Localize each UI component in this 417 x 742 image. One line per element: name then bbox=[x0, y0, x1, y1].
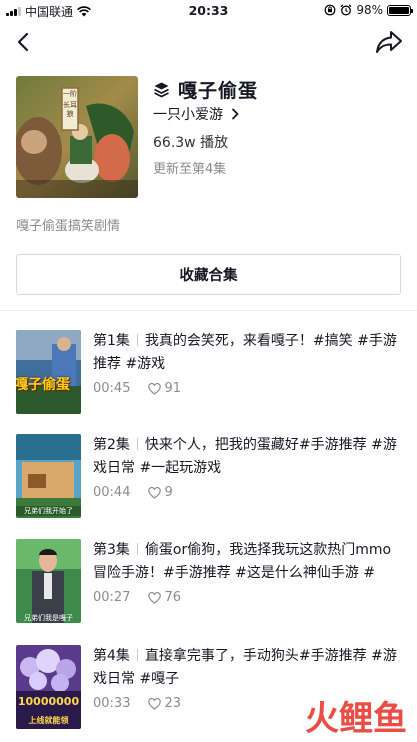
episode-duration: 00:33 bbox=[93, 696, 131, 711]
collect-button[interactable]: 收藏合集 bbox=[16, 254, 401, 295]
status-bar: 中国联通 20:33 98% bbox=[0, 0, 417, 20]
collection-description: 嘎子偷蛋搞笑剧情 bbox=[16, 219, 121, 234]
episode-duration: 00:44 bbox=[93, 485, 131, 500]
heart-icon bbox=[148, 486, 162, 499]
chevron-left-icon[interactable] bbox=[12, 30, 36, 54]
episode-meta: 00:27 76 bbox=[93, 590, 181, 605]
episode-title-text: 直接拿完事了，手动狗头#手游推荐 #游戏日常 #嘎子 bbox=[93, 648, 397, 687]
episode-thumb-caption: 兄弟们我是嘎子 bbox=[24, 614, 73, 622]
episode-thumbnail: 嘎子偷蛋 bbox=[16, 330, 81, 414]
alarm-icon bbox=[340, 4, 352, 16]
episode-thumb-caption: 嘎子偷蛋 bbox=[16, 377, 70, 393]
episode-thumbnail: 10000000 上线就能领 bbox=[16, 645, 81, 729]
collection-title-row: 嘎子偷蛋 bbox=[153, 76, 258, 103]
share-arrow-icon[interactable] bbox=[375, 29, 403, 55]
episode-item-3[interactable]: 兄弟们我是嘎子 第3集 偷蛋or偷狗，我选择我玩这款热门mmo冒险手游！#手游推荐… bbox=[16, 539, 401, 625]
episode-number: 第2集 bbox=[93, 437, 130, 453]
episode-meta: 00:45 91 bbox=[93, 381, 181, 396]
episode-item-1[interactable]: 嘎子偷蛋 第1集 我真的会笑死，来看嘎子！#搞笑 #手游推荐 #游戏 00:45 … bbox=[16, 330, 401, 416]
episode-thumb-caption: 兄弟们我开始了 bbox=[16, 506, 81, 516]
episode-thumbnail: 兄弟们我是嘎子 bbox=[16, 539, 81, 623]
episode-thumbnail: 兄弟们我开始了 bbox=[16, 434, 81, 518]
cover-label-top: 一阶 bbox=[63, 90, 77, 98]
battery-percent: 98% bbox=[356, 3, 383, 17]
episode-separator bbox=[136, 649, 138, 661]
episode-thumb-number: 10000000 bbox=[17, 695, 80, 708]
cover-artwork bbox=[16, 76, 138, 198]
episode-title: 第2集 快来个人，把我的蛋藏好#手游推荐 #游戏日常 #一起玩游戏 bbox=[93, 434, 398, 480]
episode-duration: 00:45 bbox=[93, 381, 131, 396]
author-link[interactable]: 一只小爱游 bbox=[153, 104, 239, 124]
cover-label: 一阶 长耳狼 bbox=[63, 90, 77, 119]
rotation-lock-icon bbox=[324, 4, 336, 16]
chevron-right-icon bbox=[232, 108, 239, 120]
collection-title: 嘎子偷蛋 bbox=[178, 80, 259, 102]
collection-cover[interactable]: 一阶 长耳狼 bbox=[16, 76, 138, 198]
episode-separator bbox=[136, 438, 138, 450]
episode-separator bbox=[136, 543, 138, 555]
update-status: 更新至第4集 bbox=[153, 162, 227, 177]
heart-icon bbox=[148, 591, 162, 604]
status-right: 98% bbox=[324, 3, 413, 17]
battery-icon bbox=[387, 4, 413, 16]
episode-title: 第3集 偷蛋or偷狗，我选择我玩这款热门mmo冒险手游！#手游推荐 #这是什么神仙… bbox=[93, 539, 398, 585]
heart-icon bbox=[148, 382, 162, 395]
layers-icon bbox=[154, 82, 169, 98]
episode-meta: 00:33 23 bbox=[93, 696, 181, 711]
author-name: 一只小爱游 bbox=[153, 107, 223, 123]
episode-title-text: 我真的会笑死，来看嘎子！#搞笑 #手游推荐 #游戏 bbox=[93, 333, 397, 372]
episode-number: 第3集 bbox=[93, 542, 130, 558]
play-count: 66.3w 播放 bbox=[153, 135, 229, 151]
episode-number: 第4集 bbox=[93, 648, 130, 664]
cover-label-bottom: 长耳狼 bbox=[63, 101, 77, 118]
episode-separator bbox=[136, 334, 138, 346]
episode-thumb-caption: 上线就能领 bbox=[28, 716, 69, 725]
heart-icon bbox=[148, 697, 162, 710]
episode-meta: 00:44 9 bbox=[93, 485, 173, 500]
episode-number: 第1集 bbox=[93, 333, 130, 349]
divider bbox=[0, 310, 417, 311]
episode-title-text: 快来个人，把我的蛋藏好#手游推荐 #游戏日常 #一起玩游戏 bbox=[93, 437, 397, 476]
episode-likes: 9 bbox=[164, 485, 173, 500]
episode-item-2[interactable]: 兄弟们我开始了 第2集 快来个人，把我的蛋藏好#手游推荐 #游戏日常 #一起玩游戏… bbox=[16, 434, 401, 520]
episode-likes: 76 bbox=[164, 590, 182, 605]
watermark-text: 火鲤鱼 bbox=[305, 699, 407, 739]
episode-likes: 91 bbox=[164, 381, 182, 396]
episode-likes: 23 bbox=[164, 696, 182, 711]
episode-title: 第1集 我真的会笑死，来看嘎子！#搞笑 #手游推荐 #游戏 bbox=[93, 330, 398, 376]
episode-title: 第4集 直接拿完事了，手动狗头#手游推荐 #游戏日常 #嘎子 bbox=[93, 645, 398, 691]
watermark-logo: 火鲤鱼 bbox=[305, 702, 407, 736]
episode-duration: 00:27 bbox=[93, 590, 131, 605]
